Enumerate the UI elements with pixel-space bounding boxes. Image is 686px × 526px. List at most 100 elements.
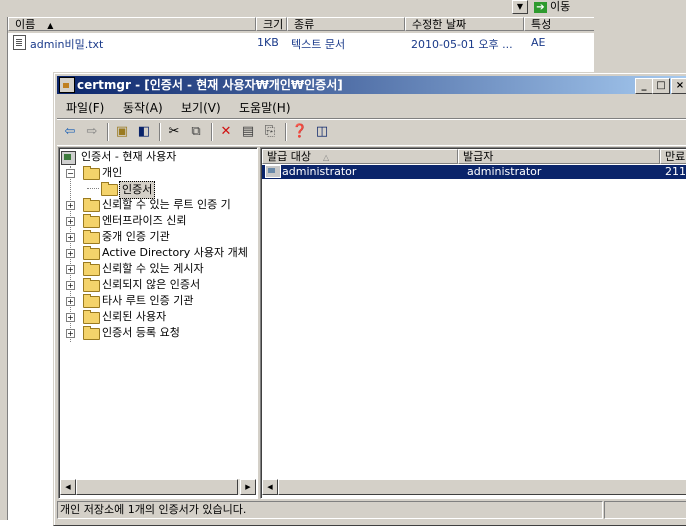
toolbar: ⇦ ⇨ ▣ ◧ ✂ ⧉ ✕ ▤ ⎘ ❓ ◫ — [57, 118, 686, 146]
expand-icon[interactable]: + — [66, 233, 75, 242]
expand-icon[interactable]: + — [66, 217, 75, 226]
toolbar-separator — [159, 123, 161, 141]
list-horizontal-scrollbar[interactable]: ◀ — [262, 479, 686, 495]
tree-item-label: 개인 — [102, 166, 123, 179]
menu-file[interactable]: 파일(F) — [66, 99, 104, 116]
menu-view[interactable]: 보기(V) — [181, 99, 221, 116]
issued-to: administrator — [282, 165, 357, 178]
tree-pane[interactable]: 인증서 - 현재 사용자 − 개인 인증서 + 신뢰할 수 있는 루트 인증 기… — [58, 147, 258, 499]
expand-icon[interactable]: + — [66, 329, 75, 338]
scroll-thumb[interactable] — [76, 479, 238, 495]
certificate-store-icon — [61, 151, 76, 165]
menu-bar: 파일(F) 동작(A) 보기(V) 도움말(H) — [57, 96, 686, 116]
delete-icon[interactable]: ✕ — [217, 123, 235, 141]
file-size: 1KB — [257, 36, 279, 49]
column-type[interactable]: 종류 — [287, 17, 405, 31]
folder-icon — [83, 310, 100, 324]
tree-item-label: Active Directory 사용자 개체 — [102, 246, 248, 259]
list-header: 발급 대상 △ 발급자 만료 — [262, 149, 686, 164]
tree-item-label: 신뢰된 사용자 — [102, 310, 167, 323]
properties-icon[interactable]: ▤ — [239, 123, 257, 141]
folder-icon — [83, 326, 100, 340]
console-icon[interactable]: ◫ — [313, 123, 331, 141]
certificate-list-pane[interactable]: 발급 대상 △ 발급자 만료 administrator administrato… — [260, 147, 686, 499]
expiration-date: 211 — [665, 165, 686, 178]
expand-icon[interactable]: + — [66, 249, 75, 258]
tree-item-label: 인증서 등록 요청 — [102, 326, 180, 339]
tree-horizontal-scrollbar[interactable]: ◀ ▶ — [60, 479, 256, 495]
expand-icon[interactable]: + — [66, 265, 75, 274]
certmgr-app-icon[interactable] — [59, 77, 75, 93]
file-list-header: 이름 ▲ 크기 종류 수정한 날짜 특성 — [8, 17, 595, 33]
tree-item-label: 타사 루트 인증 기관 — [102, 294, 194, 307]
file-type: 텍스트 문서 — [291, 38, 346, 51]
status-panel — [604, 501, 686, 519]
menu-action[interactable]: 동작(A) — [123, 99, 163, 116]
scroll-left-button[interactable]: ◀ — [262, 479, 278, 495]
column-attributes[interactable]: 특성 — [524, 17, 595, 31]
copy-icon[interactable]: ⧉ — [187, 123, 205, 141]
tree-item-label: 신뢰할 수 있는 루트 인증 기 — [102, 198, 231, 211]
tree-item-label: 엔터프라이즈 신뢰 — [102, 214, 187, 227]
go-button[interactable]: ➔ 이동 — [534, 0, 594, 14]
expand-icon[interactable]: + — [66, 281, 75, 290]
show-hide-tree-icon[interactable]: ◧ — [135, 123, 153, 141]
close-button[interactable]: × — [671, 78, 686, 94]
file-row[interactable]: admin비밀.txt 1KB 텍스트 문서 2010-05-01 오후 ...… — [8, 35, 595, 51]
folder-open-icon — [83, 166, 100, 180]
expand-icon[interactable]: + — [66, 297, 75, 306]
up-folder-icon[interactable]: ▣ — [113, 123, 131, 141]
expand-icon[interactable]: + — [66, 201, 75, 210]
column-issued-by[interactable]: 발급자 — [458, 149, 660, 164]
back-arrow-icon[interactable]: ⇦ — [61, 123, 79, 141]
column-size[interactable]: 크기 — [256, 17, 287, 31]
text-file-icon — [13, 35, 26, 50]
column-modified[interactable]: 수정한 날짜 — [405, 17, 524, 31]
certificate-row-selected[interactable]: administrator administrator 211 — [262, 165, 686, 179]
folder-open-icon — [101, 182, 118, 196]
certificate-icon — [265, 165, 281, 178]
column-name[interactable]: 이름 ▲ — [8, 17, 256, 31]
expand-icon[interactable]: + — [66, 313, 75, 322]
status-bar: 개인 저장소에 1개의 인증서가 있습니다. — [57, 501, 686, 519]
folder-icon — [83, 198, 100, 212]
go-arrow-icon: ➔ — [534, 1, 547, 13]
issued-by: administrator — [467, 165, 542, 178]
scroll-right-button[interactable]: ▶ — [240, 479, 256, 495]
folder-icon — [83, 262, 100, 276]
tree-line — [87, 188, 99, 189]
forward-arrow-icon[interactable]: ⇨ — [83, 123, 101, 141]
toolbar-separator — [107, 123, 109, 141]
help-icon[interactable]: ❓ — [291, 123, 309, 141]
file-name: admin비밀.txt — [30, 38, 104, 51]
title-bar[interactable]: certmgr - [인증서 - 현재 사용자₩개인₩인증서] _ □ × — [57, 76, 686, 94]
toolbar-separator — [285, 123, 287, 141]
tree-item-label: 중개 인증 기관 — [102, 230, 170, 243]
tree-root-label: 인증서 - 현재 사용자 — [81, 150, 177, 163]
minimize-button[interactable]: _ — [635, 78, 653, 94]
export-list-icon[interactable]: ⎘ — [261, 123, 279, 141]
certmgr-window: certmgr - [인증서 - 현재 사용자₩개인₩인증서] _ □ × 파일… — [53, 72, 686, 526]
scroll-left-button[interactable]: ◀ — [60, 479, 76, 495]
address-bar-area: ▼ ➔ 이동 — [0, 0, 686, 17]
folder-icon — [83, 230, 100, 244]
window-title: certmgr - [인증서 - 현재 사용자₩개인₩인증서] — [77, 78, 343, 92]
go-label: 이동 — [550, 0, 571, 13]
scroll-thumb[interactable] — [278, 479, 686, 495]
tree-item-label: 신뢰되지 않은 인증서 — [102, 278, 201, 291]
folder-icon — [83, 214, 100, 228]
menu-help[interactable]: 도움말(H) — [239, 99, 291, 116]
folder-icon — [83, 246, 100, 260]
column-issued-to[interactable]: 발급 대상 △ — [262, 149, 458, 164]
collapse-icon[interactable]: − — [66, 169, 75, 178]
toolbar-separator — [211, 123, 213, 141]
file-modified: 2010-05-01 오후 ... — [411, 38, 513, 51]
maximize-button[interactable]: □ — [652, 78, 670, 94]
cut-icon[interactable]: ✂ — [165, 123, 183, 141]
address-dropdown-button[interactable]: ▼ — [512, 0, 528, 14]
column-expiration[interactable]: 만료 — [660, 149, 686, 164]
folder-icon — [83, 294, 100, 308]
file-attributes: AE — [531, 36, 546, 49]
tree-item-label: 신뢰할 수 있는 게시자 — [102, 262, 204, 275]
status-text: 개인 저장소에 1개의 인증서가 있습니다. — [57, 501, 603, 519]
